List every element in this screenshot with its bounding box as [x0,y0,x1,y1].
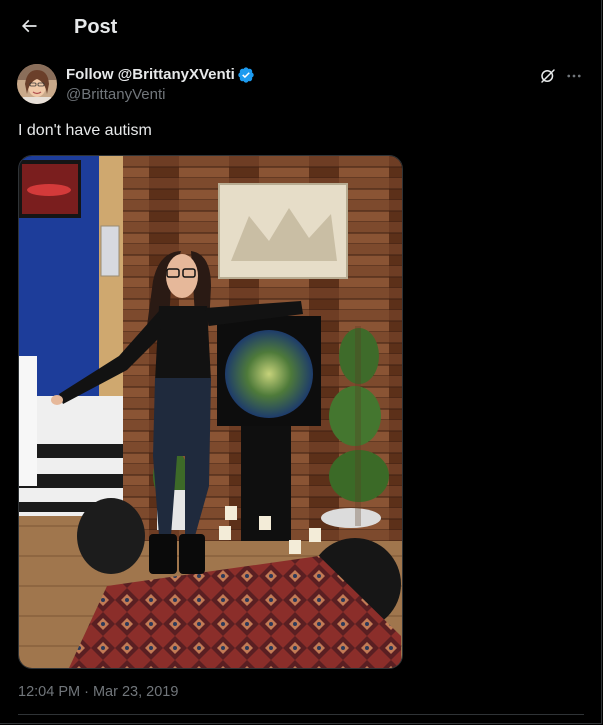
more-options-button[interactable] [563,65,585,87]
avatar-image [17,64,57,104]
back-button[interactable] [12,9,46,43]
verified-badge-icon [237,66,255,84]
grok-button[interactable] [537,65,559,87]
arrow-left-icon [21,19,37,33]
avatar[interactable] [17,64,57,104]
post-image[interactable] [18,155,403,669]
post-page: Post Follow @BrittanyXVenti @BrittanyVen… [0,0,602,724]
divider [18,714,584,715]
grok-icon [541,69,555,83]
author-display-name[interactable]: Follow @BrittanyXVenti [66,66,235,84]
page-title: Post [74,16,118,38]
author-handle[interactable]: @BrittanyVenti [66,86,165,104]
more-horizontal-icon [567,74,581,78]
post-timestamp[interactable]: 12:04 PM · Mar 23, 2019 [18,683,178,701]
post-text: I don't have autism [18,122,152,139]
top-bar: Post [0,0,601,54]
